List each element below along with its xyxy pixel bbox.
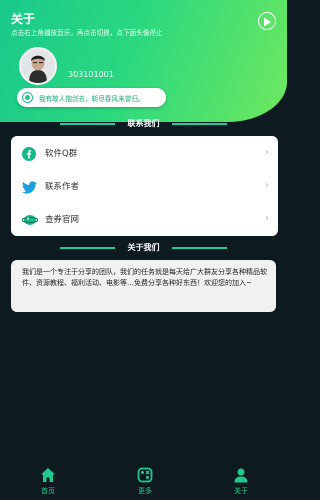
nav-label: 首页: [41, 487, 55, 495]
chevron-right-icon: ›: [265, 213, 269, 224]
nav-more[interactable]: 更多: [115, 460, 175, 500]
motto-badge: 我有故人抱剑去，斩尽春风未曾归。: [17, 88, 166, 107]
contact-item-label: 联系作者: [45, 182, 80, 192]
motto-text: 我有故人抱剑去，斩尽春风未曾归。: [39, 95, 145, 103]
chevron-right-icon: ›: [265, 180, 269, 191]
about-text: 我们是一个专注于分享的团队，我们的任务就是每天给广大群友分享各种精品软件、资源教…: [11, 260, 276, 312]
chevron-right-icon: ›: [265, 147, 269, 158]
divider-line: [172, 123, 227, 125]
contact-item-qq-group[interactable]: 软件Q群 ›: [11, 136, 278, 169]
contact-section-title: 联系我们: [127, 119, 160, 128]
nav-about[interactable]: 关于: [211, 460, 271, 500]
home-icon: [40, 467, 56, 483]
page-title: 关于: [11, 12, 36, 26]
header-subtitle: 点击右上角播放音乐，再点击切换，点下面头像停止: [11, 29, 163, 37]
user-id: 303101001: [68, 70, 114, 79]
contact-item-website[interactable]: 查券官网 ›: [11, 202, 278, 235]
nav-label: 更多: [138, 487, 152, 495]
bottom-nav: 首页 更多 关于: [0, 460, 287, 500]
nav-home[interactable]: 首页: [18, 460, 78, 500]
facebook-icon: [22, 146, 36, 161]
user-avatar[interactable]: [19, 47, 57, 85]
more-icon: [137, 467, 153, 483]
profile-icon: [233, 467, 249, 483]
contact-item-label: 软件Q群: [45, 149, 78, 159]
web-icon: [21, 212, 39, 226]
divider-line: [172, 247, 227, 249]
nav-label: 关于: [234, 487, 248, 495]
contact-card: 软件Q群 › 联系作者 › 查券官网 ›: [11, 136, 278, 236]
twitter-icon: [22, 179, 37, 194]
play-circle-icon[interactable]: [258, 12, 276, 30]
about-section-title: 关于我们: [127, 243, 160, 252]
contact-item-label: 查券官网: [45, 215, 80, 225]
radio-dot-icon: [22, 92, 33, 103]
contact-item-author[interactable]: 联系作者 ›: [11, 169, 278, 202]
